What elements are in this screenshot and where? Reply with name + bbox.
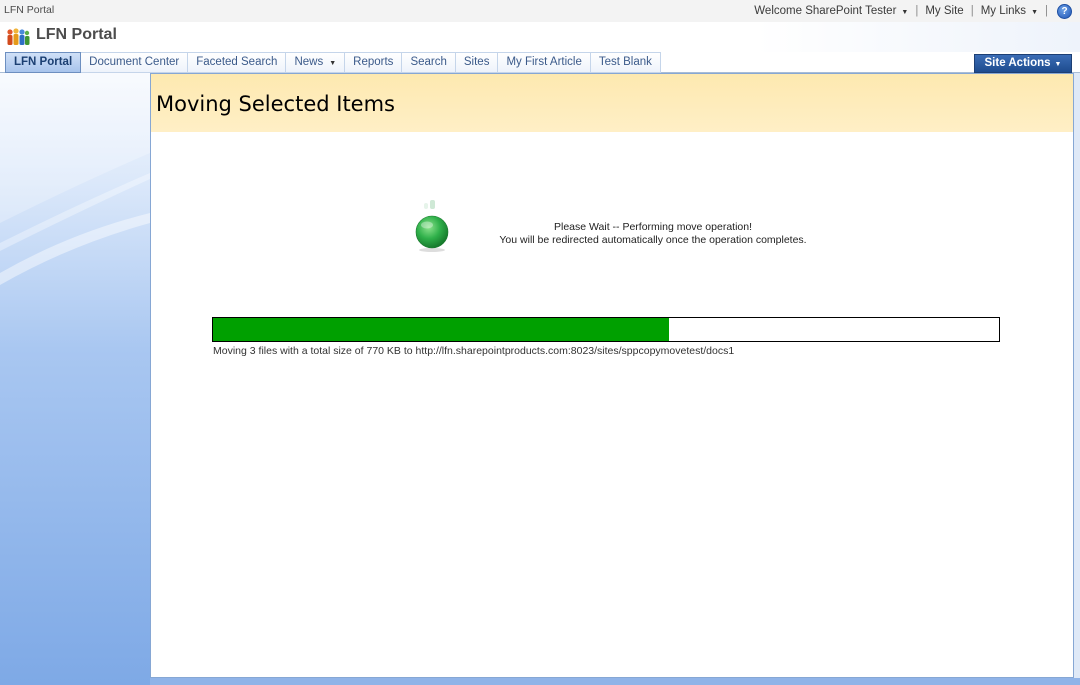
tab-label: Search [410,56,447,68]
help-icon[interactable]: ? [1057,3,1072,19]
tab-sites[interactable]: Sites [455,52,499,73]
tab-label: News [294,56,324,68]
site-actions-button[interactable]: Site Actions ▼ [974,54,1072,73]
sharepoint-page: LFN Portal Welcome SharePoint Tester ▼ | … [0,0,1080,685]
tab-test-blank[interactable]: Test Blank [590,52,661,73]
people-logo-icon[interactable] [6,27,30,47]
page-title: Moving Selected Items [156,92,395,116]
tab-my-first-article[interactable]: My First Article [498,52,591,73]
wait-line-1: Please Wait -- Performing move operation… [553,221,753,233]
tab-label: Faceted Search [196,56,278,68]
page-header: Moving Selected Items [151,74,1073,132]
separator: | [970,5,974,17]
tab-search[interactable]: Search [402,52,456,73]
tab-label: Test Blank [598,56,652,68]
left-nav-panel [0,73,150,685]
bottom-border-strip [150,678,1080,685]
tab-reports[interactable]: Reports [345,52,403,73]
wait-line-2: You will be redirected automatically onc… [499,234,807,246]
tab-label: Sites [463,56,490,68]
my-links-text: My Links [980,5,1027,17]
progress-caption: Moving 3 files with a total size of 770 … [213,345,735,357]
tab-news[interactable]: News ▼ [286,52,346,73]
chevron-down-icon: ▼ [329,60,337,67]
tab-label: LFN Portal [14,56,73,68]
chevron-down-icon: ▼ [1031,9,1038,16]
welcome-menu[interactable]: Welcome SharePoint Tester ▼ [754,5,908,17]
progress-fill [213,318,669,341]
separator: | [1045,5,1048,17]
separator: | [915,5,919,17]
site-title[interactable]: LFN Portal [36,26,117,44]
global-links: Welcome SharePoint Tester ▼ | My Site | M… [754,3,1072,19]
site-actions-label: Site Actions [984,57,1051,69]
tab-faceted-search[interactable]: Faceted Search [188,52,287,73]
title-area: LFN Portal [0,22,1080,52]
chevron-down-icon: ▼ [1054,61,1062,68]
loading-spinner-icon [415,200,449,252]
decorative-swoosh [0,73,150,285]
progress-bar [212,317,1000,342]
my-site-link[interactable]: My Site [925,5,963,17]
tab-label: My First Article [506,56,582,68]
global-bar: LFN Portal Welcome SharePoint Tester ▼ | … [0,0,1080,22]
top-navigation: LFN Portal Document Center Faceted Searc… [0,52,1080,73]
tab-lfn-portal[interactable]: LFN Portal [5,52,82,73]
breadcrumb-site-name[interactable]: LFN Portal [4,4,54,16]
main-content: Moving Selected Items Please Wait -- Per… [150,73,1074,678]
tab-label: Document Center [89,56,180,68]
tab-document-center[interactable]: Document Center [81,52,189,73]
nav-tabs: LFN Portal Document Center Faceted Searc… [5,52,661,73]
my-links-menu[interactable]: My Links ▼ [981,5,1038,17]
right-border-strip [1074,73,1080,685]
welcome-text: Welcome SharePoint Tester [754,5,897,17]
chevron-down-icon: ▼ [901,9,909,16]
tab-label: Reports [353,56,394,68]
wait-message: Please Wait -- Performing move operation… [471,221,835,247]
